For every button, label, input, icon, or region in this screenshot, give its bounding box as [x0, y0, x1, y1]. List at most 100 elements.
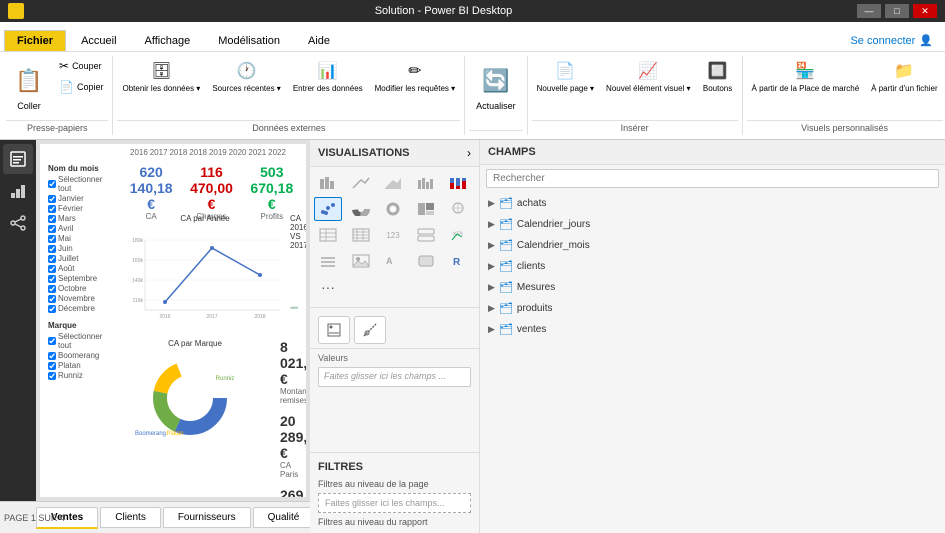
svg-text:2016: 2016 — [159, 314, 170, 320]
tab-qualite[interactable]: Qualité — [253, 507, 315, 528]
window-title: Solution - Power BI Desktop — [30, 5, 857, 17]
boutons-button[interactable]: 🔲 Boutons — [698, 56, 738, 96]
paste-icon: 📋 — [13, 61, 45, 101]
viz-expand-icon[interactable]: › — [467, 146, 471, 160]
table-icon: 🗂 — [499, 260, 513, 273]
viz-header-title: VISUALISATIONS — [318, 147, 409, 159]
viz-icon-more[interactable]: ··· — [314, 275, 342, 299]
marketplace-button[interactable]: 🏪 À partir de la Place de marché — [747, 56, 865, 96]
fields-search-input[interactable] — [486, 169, 939, 188]
tab-fichier[interactable]: Fichier — [4, 30, 66, 51]
maximize-button[interactable]: □ — [885, 4, 909, 18]
viz-icon-donut[interactable] — [379, 197, 407, 221]
sidebar-icon-data[interactable] — [3, 176, 33, 206]
modifier-requetes-button[interactable]: ✏ Modifier les requêtes ▾ — [370, 56, 461, 96]
viz-icon-100-bar[interactable] — [444, 171, 472, 195]
viz-icon-kpi[interactable]: KPI — [444, 223, 472, 247]
fields-search — [480, 165, 945, 192]
fields-pane: CHAMPS ▶ 🗂 achats ▶ 🗂 Calendrier_jours — [480, 140, 945, 533]
tab-aide[interactable]: Aide — [295, 30, 343, 51]
ribbon: 📋 Coller ✂ Couper 📄 Copier Presse-papier… — [0, 52, 945, 140]
viz-header: VISUALISATIONS › — [310, 140, 479, 167]
copier-button[interactable]: 📄 Copier — [54, 77, 108, 97]
app-icon — [8, 3, 24, 19]
nouvel-element-visuel-button[interactable]: 📈 Nouvel élément visuel ▾ — [601, 56, 696, 96]
viz-icon-map[interactable] — [444, 197, 472, 221]
viz-icon-matrix[interactable] — [347, 223, 375, 247]
filter-report-text: Filtres au niveau du rapport — [318, 513, 471, 529]
viz-icon-grouped-bar[interactable] — [412, 171, 440, 195]
svg-text:CA 2017: CA 2017 — [292, 304, 294, 305]
table-icon: 🗂 — [499, 239, 513, 252]
ca-par-marque-chart[interactable]: CA par Marque Boomerang Runniz Platan — [125, 339, 265, 449]
expand-icon: ▶ — [488, 240, 495, 251]
close-button[interactable]: ✕ — [913, 4, 937, 18]
actualiser-button[interactable]: 🔄 Actualiser — [469, 56, 523, 116]
viz-icon-pie[interactable] — [347, 197, 375, 221]
viz-icon-area[interactable] — [379, 171, 407, 195]
sidebar-icon-report[interactable] — [3, 144, 33, 174]
report-filters-panel: Nom du mois Sélectionner tout Janvier Fé… — [48, 164, 118, 388]
expand-icon: ▶ — [488, 219, 495, 230]
drill-drop-zone[interactable]: Faites glisser ici les champs ... — [318, 367, 471, 387]
montant-remises: 8 021,82 € Montant remises — [280, 339, 298, 405]
remises-accordees: 269 Nombre de remises accordées — [280, 487, 298, 497]
ribbon-group-donnees: 🗄 Obtenir les données ▾ 🕐 Sources récent… — [113, 56, 465, 135]
viz-analytics-icon[interactable] — [354, 316, 386, 344]
viz-icon-line[interactable] — [347, 171, 375, 195]
viz-icon-table[interactable] — [314, 223, 342, 247]
visualizations-pane: VISUALISATIONS › — [310, 140, 480, 533]
entrer-donnees-button[interactable]: 📊 Entrer des données — [288, 56, 368, 96]
viz-icon-r-visual[interactable]: R — [444, 249, 472, 273]
viz-icon-stacked-bar[interactable] — [314, 171, 342, 195]
filter-page-drop-zone[interactable]: Faites glisser ici les champs... — [318, 493, 471, 513]
nouvelle-page-button[interactable]: 📄 Nouvelle page ▾ — [532, 56, 599, 96]
viz-divider — [310, 307, 479, 308]
connect-button[interactable]: Se connecter 👤 — [838, 30, 945, 51]
viz-format-icon[interactable] — [318, 316, 350, 344]
viz-icon-text[interactable]: A — [379, 249, 407, 273]
viz-icon-image[interactable] — [347, 249, 375, 273]
table-icon: 🗂 — [499, 197, 513, 210]
database-icon: 🗄 — [149, 59, 173, 83]
field-group-clients: ▶ 🗂 clients — [484, 257, 941, 276]
buttons-icon: 🔲 — [706, 59, 730, 83]
title-bar: Solution - Power BI Desktop — □ ✕ — [0, 0, 945, 22]
sources-recentes-button[interactable]: 🕐 Sources récentes ▾ — [207, 56, 286, 96]
ca-vs-chart[interactable]: CA 2016 VS 2017 CA 2016 CA 2017 — [290, 214, 298, 334]
coller-button[interactable]: 📋 Coller — [6, 56, 52, 116]
ca-par-annee-chart[interactable]: CA par Année 180k 160k 140k 119k — [125, 214, 285, 334]
left-sidebar — [0, 140, 36, 501]
sidebar-icon-model[interactable] — [3, 208, 33, 238]
tab-modelisation[interactable]: Modélisation — [205, 30, 293, 51]
kpi-profits: 503 670,18 € Profits — [246, 164, 298, 221]
table-icon: 🗂 — [499, 323, 513, 336]
person-icon: 👤 — [919, 34, 933, 47]
ribbon-group-visuels: 🏪 À partir de la Place de marché 📁 À par… — [743, 56, 945, 135]
ca-paris: 20 289,34 € CA Paris — [280, 413, 298, 479]
edit-icon: ✏ — [403, 59, 427, 83]
svg-text:160k: 160k — [132, 258, 143, 264]
svg-text:2017: 2017 — [206, 314, 217, 320]
report-page[interactable]: 2016 2017 2018 2018 2019 2020 2021 2022 … — [40, 144, 306, 497]
viz-icon-treemap[interactable] — [412, 197, 440, 221]
from-file-button[interactable]: 📁 À partir d'un fichier — [866, 56, 942, 96]
viz-icon-scatter[interactable] — [314, 197, 342, 221]
tab-affichage[interactable]: Affichage — [132, 30, 204, 51]
field-group-achats: ▶ 🗂 achats — [484, 194, 941, 213]
fields-list: ▶ 🗂 achats ▶ 🗂 Calendrier_jours ▶ 🗂 Cale… — [480, 192, 945, 533]
svg-text:123: 123 — [387, 231, 401, 240]
viz-icon-shape[interactable] — [412, 249, 440, 273]
viz-icon-slicer[interactable] — [314, 249, 342, 273]
tab-clients[interactable]: Clients — [100, 507, 161, 528]
couper-button[interactable]: ✂ Couper — [54, 56, 108, 76]
svg-text:R: R — [453, 257, 461, 268]
tab-accueil[interactable]: Accueil — [68, 30, 129, 51]
viz-icon-card[interactable]: 123 — [379, 223, 407, 247]
marketplace-icon: 🏪 — [793, 59, 817, 83]
obtenir-donnees-button[interactable]: 🗄 Obtenir les données ▾ — [117, 56, 205, 96]
field-group-calendrier-jours: ▶ 🗂 Calendrier_jours — [484, 215, 941, 234]
tab-fournisseurs[interactable]: Fournisseurs — [163, 507, 251, 528]
minimize-button[interactable]: — — [857, 4, 881, 18]
viz-icon-multirow-card[interactable] — [412, 223, 440, 247]
